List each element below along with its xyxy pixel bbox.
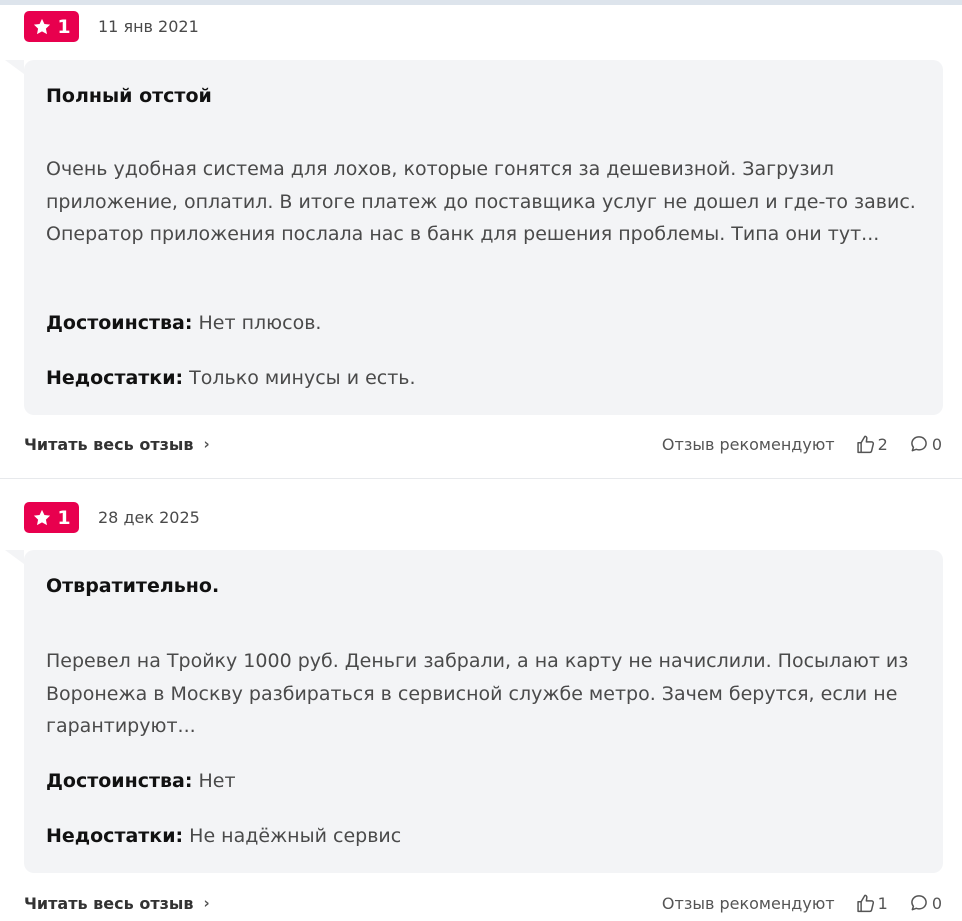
star-icon bbox=[34, 18, 51, 34]
card-tail bbox=[5, 60, 24, 74]
thumbs-up-icon bbox=[856, 435, 874, 453]
comment-bubble-icon bbox=[910, 436, 927, 452]
thumbs-up-icon bbox=[856, 894, 874, 912]
like-count: 1 bbox=[877, 893, 888, 913]
review-body: Полный отстой Очень удобная система для … bbox=[24, 60, 943, 415]
review-pros: Достоинства: Нет bbox=[46, 770, 236, 792]
review-card: 1 11 янв 2021 Полный отстой Очень удобна… bbox=[0, 0, 962, 478]
review-header: 1 28 дек 2025 bbox=[24, 502, 200, 533]
cons-value: Не надёжный сервис bbox=[189, 825, 402, 847]
review-date: 11 янв 2021 bbox=[98, 17, 199, 36]
review-title: Отвратительно. bbox=[46, 575, 220, 597]
rating-badge: 1 bbox=[24, 11, 79, 42]
read-more-label: Читать весь отзыв bbox=[24, 893, 194, 913]
comments-button[interactable]: 0 bbox=[909, 434, 942, 454]
read-full-review-link[interactable]: Читать весь отзыв › bbox=[24, 435, 210, 454]
rating-value: 1 bbox=[57, 506, 71, 529]
pros-value: Нет bbox=[198, 770, 236, 792]
review-footer: Читать весь отзыв › Отзыв рекомендуют 1 … bbox=[24, 891, 942, 915]
review-body: Отвратительно. Перевел на Тройку 1000 ру… bbox=[24, 550, 943, 873]
comment-count: 0 bbox=[931, 893, 942, 913]
review-text: Очень удобная система для лохов, которые… bbox=[46, 158, 916, 246]
pros-label: Достоинства: bbox=[46, 770, 193, 792]
review-card: 1 28 дек 2025 Отвратительно. Перевел на … bbox=[0, 490, 962, 921]
pros-label: Достоинства: bbox=[46, 312, 193, 334]
card-tail bbox=[5, 550, 24, 564]
review-date: 28 дек 2025 bbox=[98, 508, 200, 527]
like-button[interactable]: 1 bbox=[855, 893, 888, 914]
cons-label: Недостатки: bbox=[46, 825, 184, 847]
review-title: Полный отстой bbox=[46, 85, 212, 107]
comments-button[interactable]: 0 bbox=[909, 893, 942, 913]
review-cons: Недостатки: Не надёжный сервис bbox=[46, 825, 401, 847]
rating-badge: 1 bbox=[24, 502, 79, 533]
review-pros: Достоинства: Нет плюсов. bbox=[46, 312, 321, 334]
review-header: 1 11 янв 2021 bbox=[24, 11, 199, 42]
review-footer: Читать весь отзыв › Отзыв рекомендуют 2 … bbox=[24, 432, 942, 456]
review-cons: Недостатки: Только минусы и есть. bbox=[46, 367, 416, 389]
read-more-label: Читать весь отзыв bbox=[24, 434, 194, 454]
read-full-review-link[interactable]: Читать весь отзыв › bbox=[24, 894, 210, 913]
recommend-label: Отзыв рекомендуют bbox=[661, 434, 835, 454]
like-button[interactable]: 2 bbox=[855, 434, 888, 455]
recommend-label: Отзыв рекомендуют bbox=[661, 893, 835, 913]
review-divider bbox=[0, 478, 962, 479]
like-count: 2 bbox=[877, 434, 888, 454]
chevron-right-icon: › bbox=[203, 894, 210, 912]
pros-value: Нет плюсов. bbox=[198, 312, 322, 334]
chevron-right-icon: › bbox=[203, 435, 210, 453]
review-text: Перевел на Тройку 1000 руб. Деньги забра… bbox=[46, 650, 909, 738]
cons-value: Только минусы и есть. bbox=[189, 367, 416, 389]
rating-value: 1 bbox=[57, 15, 71, 38]
star-icon bbox=[34, 509, 51, 525]
cons-label: Недостатки: bbox=[46, 367, 184, 389]
comment-bubble-icon bbox=[910, 895, 927, 911]
comment-count: 0 bbox=[931, 434, 942, 454]
